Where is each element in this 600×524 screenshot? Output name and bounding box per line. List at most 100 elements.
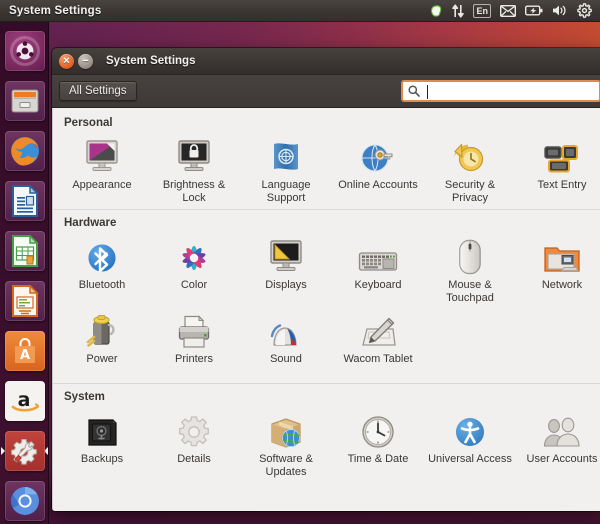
language-support-icon xyxy=(263,135,309,175)
settings-item-software-updates[interactable]: Software & Updates xyxy=(240,407,332,481)
settings-item-label: Network xyxy=(541,279,583,291)
settings-item-bluetooth[interactable]: Bluetooth xyxy=(56,233,148,307)
settings-item-displays[interactable]: Displays xyxy=(240,233,332,307)
settings-item-label: Keyboard xyxy=(354,279,402,291)
section-heading-personal: Personal xyxy=(64,117,113,129)
all-settings-button[interactable]: All Settings xyxy=(59,81,137,101)
settings-item-backups[interactable]: Backups xyxy=(56,407,148,481)
settings-item-label: Online Accounts xyxy=(338,179,418,191)
settings-item-label: Wacom Tablet xyxy=(343,353,413,365)
settings-content: Personal Appearance Brightness & Lock La… xyxy=(52,108,600,511)
settings-item-keyboard[interactable]: Keyboard xyxy=(332,233,424,307)
settings-item-language-support[interactable]: Language Support xyxy=(240,133,332,207)
launcher-item-chromium[interactable] xyxy=(0,476,49,524)
launcher-item-files[interactable] xyxy=(0,76,49,125)
settings-item-label: Backups xyxy=(80,453,124,465)
online-accounts-icon xyxy=(355,135,401,175)
window-close-button[interactable]: × xyxy=(59,53,74,69)
battery-icon[interactable] xyxy=(524,3,543,19)
launcher-item-system-settings[interactable] xyxy=(0,426,49,475)
settings-item-label: Mouse & Touchpad xyxy=(446,279,494,304)
launcher-item-firefox[interactable] xyxy=(0,126,49,175)
settings-item-label: Color xyxy=(180,279,208,291)
settings-item-printers[interactable]: Printers xyxy=(148,307,240,381)
settings-toolbar: All Settings xyxy=(52,75,600,108)
close-icon: × xyxy=(63,54,70,67)
settings-item-color[interactable]: Color xyxy=(148,233,240,307)
search-input[interactable] xyxy=(424,85,594,97)
volume-icon[interactable] xyxy=(552,3,568,19)
settings-item-label: Time & Date xyxy=(347,453,409,465)
settings-item-time-date[interactable]: Time & Date xyxy=(332,407,424,481)
keyboard-layout-icon[interactable]: En xyxy=(473,3,491,18)
settings-item-sound[interactable]: Sound xyxy=(240,307,332,381)
svg-text:A: A xyxy=(19,348,29,363)
settings-grid-hardware: Bluetooth Color Displays Keyboard Mouse … xyxy=(53,233,600,381)
keyboard-layout-label: En xyxy=(476,5,488,16)
svg-text:a: a xyxy=(17,389,30,411)
desktop-screen: System Settings En A a × − System Settin… xyxy=(0,0,600,524)
unity-launcher: A a xyxy=(0,22,49,524)
text-entry-icon xyxy=(539,135,585,175)
settings-grid-system: Backups Details Software & Updates Time … xyxy=(53,407,600,481)
panel-app-title[interactable]: System Settings xyxy=(9,5,101,17)
universal-access-icon xyxy=(447,409,493,449)
software-updates-icon xyxy=(263,409,309,449)
launcher-item-libreoffice-writer[interactable] xyxy=(0,176,49,225)
network-icon[interactable] xyxy=(452,3,465,19)
sound-icon xyxy=(263,309,309,349)
settings-item-network[interactable]: Network xyxy=(516,233,600,307)
settings-item-details[interactable]: Details xyxy=(148,407,240,481)
window-titlebar[interactable]: × − System Settings xyxy=(52,48,600,75)
settings-item-mouse-touchpad[interactable]: Mouse & Touchpad xyxy=(424,233,516,307)
section-hardware: Hardware Bluetooth Color Displays Keyboa… xyxy=(53,209,600,383)
settings-item-label: Bluetooth xyxy=(78,279,126,291)
launcher-item-libreoffice-impress[interactable] xyxy=(0,276,49,325)
settings-item-label: Details xyxy=(177,453,211,465)
launcher-item-dash[interactable] xyxy=(0,26,49,75)
top-panel: System Settings En xyxy=(0,0,600,22)
launcher-item-libreoffice-calc[interactable] xyxy=(0,226,49,275)
system-settings-window: × − System Settings All Settings Persona… xyxy=(52,48,600,511)
search-box[interactable] xyxy=(401,80,600,102)
bluetooth-icon xyxy=(79,235,125,275)
brightness-lock-icon xyxy=(171,135,217,175)
window-title: System Settings xyxy=(106,55,196,67)
settings-item-online-accounts[interactable]: Online Accounts xyxy=(332,133,424,207)
settings-item-appearance[interactable]: Appearance xyxy=(56,133,148,207)
power-icon xyxy=(79,309,125,349)
settings-item-label: Sound xyxy=(270,353,302,365)
settings-item-label: Security & Privacy xyxy=(444,179,496,204)
text-cursor xyxy=(427,85,428,99)
settings-item-wacom-tablet[interactable]: Wacom Tablet xyxy=(332,307,424,381)
system-gear-icon[interactable] xyxy=(577,3,592,19)
user-accounts-icon xyxy=(539,409,585,449)
section-personal: Personal Appearance Brightness & Lock La… xyxy=(53,108,600,209)
search-icon xyxy=(408,85,420,97)
settings-item-universal-access[interactable]: Universal Access xyxy=(424,407,516,481)
messaging-envelope-icon[interactable] xyxy=(499,3,517,19)
network-folder-icon xyxy=(539,235,585,275)
settings-item-security-privacy[interactable]: Security & Privacy xyxy=(424,133,516,207)
settings-item-brightness-lock[interactable]: Brightness & Lock xyxy=(148,133,240,207)
settings-item-label: Language Support xyxy=(261,179,311,204)
keyboard-icon xyxy=(355,235,401,275)
settings-item-label: Software & Updates xyxy=(259,453,313,478)
settings-grid-personal: Appearance Brightness & Lock Language Su… xyxy=(53,133,600,207)
settings-item-text-entry[interactable]: Text Entry xyxy=(516,133,600,207)
settings-item-user-accounts[interactable]: User Accounts xyxy=(516,407,600,481)
settings-item-label: Displays xyxy=(265,279,307,291)
displays-icon xyxy=(263,235,309,275)
launcher-item-software-center[interactable]: A xyxy=(0,326,49,375)
details-icon xyxy=(171,409,217,449)
sync-blob-icon[interactable] xyxy=(429,3,443,19)
launcher-item-amazon[interactable]: a xyxy=(0,376,49,425)
settings-item-power[interactable]: Power xyxy=(56,307,148,381)
settings-item-label: Power xyxy=(86,353,118,365)
minimize-icon: − xyxy=(82,54,89,67)
settings-item-label: Text Entry xyxy=(537,179,587,191)
window-minimize-button[interactable]: − xyxy=(78,53,93,69)
settings-item-label: User Accounts xyxy=(526,453,598,465)
backups-icon xyxy=(79,409,125,449)
mouse-touchpad-icon xyxy=(447,235,493,275)
